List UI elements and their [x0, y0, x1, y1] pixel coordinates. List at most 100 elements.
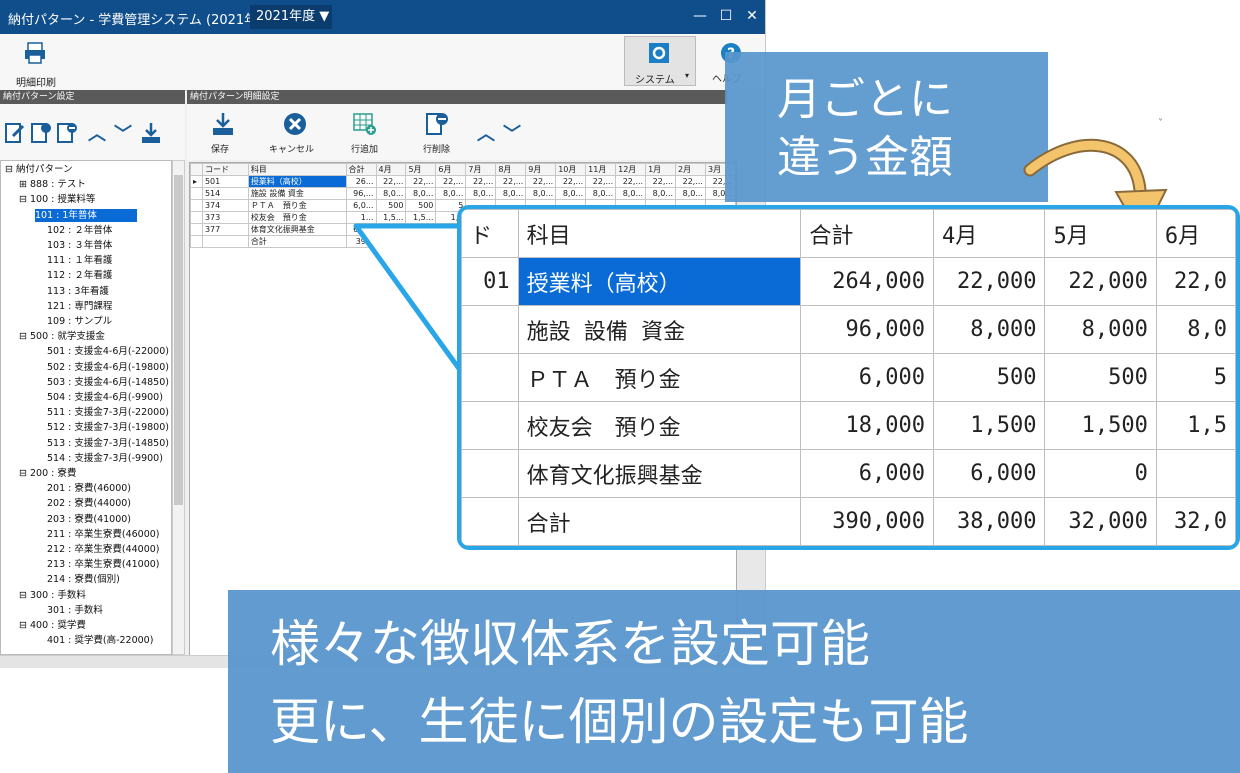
- tree-node[interactable]: ⊟ 納付パターン: [5, 163, 73, 176]
- grid-cell[interactable]: 施設 設備 資金: [247, 187, 347, 200]
- row-up-icon[interactable]: ︿: [477, 120, 495, 146]
- grid-cell[interactable]: 22,...: [495, 175, 527, 188]
- tree-node[interactable]: ⊟ 500 : 就学支援金: [19, 330, 105, 343]
- tree-node[interactable]: 109 : サンプル: [47, 315, 112, 328]
- minimize-button[interactable]: —: [690, 8, 710, 24]
- tree-node[interactable]: 111 : １年看護: [47, 254, 112, 267]
- download-icon[interactable]: [140, 122, 162, 144]
- tree-node[interactable]: 113 : 3年看護: [47, 285, 109, 298]
- grid-column-header[interactable]: 12月: [615, 163, 647, 176]
- tree-node[interactable]: 301 : 手数料: [47, 604, 103, 617]
- add-row-button[interactable]: 行追加: [345, 112, 385, 156]
- grid-cell[interactable]: 授業料（高校）: [247, 175, 347, 188]
- print-details-button[interactable]: 明細印刷: [14, 40, 58, 89]
- grid-column-header[interactable]: 合計: [345, 163, 377, 176]
- grid-cell[interactable]: 22,...: [645, 175, 677, 188]
- tree-node[interactable]: ⊞ 888 : テスト: [19, 178, 86, 191]
- delete-doc-icon[interactable]: [56, 122, 78, 144]
- pattern-tree[interactable]: ⊟ 納付パターン ⊞ 888 : テスト ⊟ 100 : 授業料等 101 : 1年普…: [0, 160, 172, 655]
- tree-node[interactable]: 511 : 支援金7-3月(-22000): [47, 406, 169, 419]
- grid-cell[interactable]: 22,...: [525, 175, 557, 188]
- tree-node[interactable]: 512 : 支援金7-3月(-19800): [47, 421, 169, 434]
- tree-scrollbar[interactable]: [172, 160, 185, 655]
- tree-node[interactable]: 502 : 支援金4-6月(-19800): [47, 361, 169, 374]
- save-button[interactable]: 保存: [205, 112, 241, 156]
- grid-cell[interactable]: [201, 235, 249, 248]
- tree-node[interactable]: 121 : 専門課程: [47, 300, 112, 313]
- grid-cell[interactable]: 22,...: [555, 175, 587, 188]
- tree-node[interactable]: ⊟ 400 : 奨学費: [19, 619, 86, 632]
- grid-cell[interactable]: 374: [201, 199, 249, 212]
- close-button[interactable]: ✕: [742, 8, 762, 24]
- grid-column-header[interactable]: 10月: [555, 163, 587, 176]
- grid-cell[interactable]: 8,0...: [435, 187, 467, 200]
- grid-cell[interactable]: 8,0...: [525, 187, 557, 200]
- tree-node[interactable]: 401 : 奨学費(高-22000): [47, 634, 153, 647]
- scrollbar-thumb[interactable]: [174, 175, 183, 505]
- grid-column-header[interactable]: 11月: [585, 163, 617, 176]
- row-selector[interactable]: [190, 187, 203, 200]
- tree-node[interactable]: 501 : 支援金4-6月(-22000): [47, 345, 169, 358]
- grid-cell[interactable]: 22,...: [675, 175, 706, 188]
- grid-cell[interactable]: 500: [405, 199, 437, 212]
- tree-node[interactable]: 214 : 寮費(個別): [47, 573, 120, 586]
- grid-cell[interactable]: 8,0...: [465, 187, 497, 200]
- tree-node[interactable]: 112 : ２年看護: [47, 269, 112, 282]
- move-up-icon[interactable]: ︿: [88, 120, 106, 146]
- row-selector[interactable]: [190, 223, 203, 236]
- grid-cell[interactable]: 8,0...: [495, 187, 527, 200]
- table-row[interactable]: 514 施設 設備 資金 96,... 8,0... 8,0... 8,0... 8,0..…: [190, 187, 736, 200]
- grid-cell[interactable]: 8,0...: [555, 187, 587, 200]
- row-selector[interactable]: ▸: [190, 175, 203, 188]
- grid-column-header[interactable]: 8月: [495, 163, 527, 176]
- grid-cell[interactable]: 6,0...: [345, 199, 377, 212]
- tree-node[interactable]: 201 : 寮費(46000): [47, 482, 131, 495]
- tree-node[interactable]: ⊟ 300 : 手数料: [19, 589, 86, 602]
- row-selector[interactable]: [190, 211, 203, 224]
- move-down-icon[interactable]: ﹀: [114, 120, 132, 146]
- cancel-button[interactable]: キャンセル: [267, 112, 323, 156]
- grid-cell[interactable]: 8,0...: [645, 187, 677, 200]
- grid-cell[interactable]: 373: [201, 211, 249, 224]
- tree-node[interactable]: ⊟ 100 : 授業料等: [19, 193, 95, 206]
- grid-cell[interactable]: 22,...: [375, 175, 407, 188]
- tree-node[interactable]: 514 : 支援金7-3月(-9900): [47, 452, 163, 465]
- table-row[interactable]: ▸ 501 授業料（高校） 26... 22,... 22,... 22,... 22,...…: [190, 175, 736, 188]
- grid-cell[interactable]: 22,...: [465, 175, 497, 188]
- delete-row-button[interactable]: 行削除: [417, 112, 457, 156]
- grid-column-header[interactable]: 4月: [375, 163, 407, 176]
- grid-column-header[interactable]: 9月: [525, 163, 557, 176]
- grid-cell[interactable]: 22,...: [585, 175, 617, 188]
- tree-node[interactable]: 101 : 1年普体: [35, 208, 137, 222]
- row-selector[interactable]: [190, 199, 203, 212]
- grid-cell[interactable]: 500: [375, 199, 407, 212]
- grid-column-header[interactable]: 科目: [247, 163, 347, 176]
- tree-node[interactable]: 211 : 卒業生寮費(46000): [47, 528, 160, 541]
- grid-cell[interactable]: 26...: [345, 175, 377, 188]
- grid-column-header[interactable]: 1月: [645, 163, 677, 176]
- grid-cell[interactable]: 体育文化振興基金: [247, 223, 347, 236]
- grid-column-header[interactable]: コード: [201, 163, 249, 176]
- grid-cell[interactable]: 8,0...: [675, 187, 706, 200]
- grid-column-header[interactable]: 2月: [675, 163, 706, 176]
- grid-cell[interactable]: 96,...: [345, 187, 377, 200]
- grid-cell[interactable]: 8,0...: [615, 187, 647, 200]
- tree-node[interactable]: 213 : 卒業生寮費(41000): [47, 558, 160, 571]
- edit-icon[interactable]: [4, 122, 26, 144]
- year-select[interactable]: 2021年度 ▼: [250, 5, 332, 29]
- system-menu-button[interactable]: システム ▾: [624, 36, 696, 86]
- row-selector[interactable]: [190, 235, 203, 248]
- grid-cell[interactable]: 校友会 預り金: [247, 211, 347, 224]
- tree-node[interactable]: 103 : ３年普体: [47, 239, 112, 252]
- grid-cell[interactable]: 22,...: [615, 175, 647, 188]
- grid-cell[interactable]: 377: [201, 223, 249, 236]
- tree-node[interactable]: 212 : 卒業生寮費(44000): [47, 543, 160, 556]
- tree-node[interactable]: 102 : ２年普体: [47, 224, 112, 237]
- grid-cell[interactable]: 22,...: [435, 175, 467, 188]
- tree-node[interactable]: ⊟ 200 : 寮費: [19, 467, 76, 480]
- grid-column-header[interactable]: 7月: [465, 163, 497, 176]
- grid-cell[interactable]: 501: [201, 175, 249, 188]
- tree-node[interactable]: 513 : 支援金7-3月(-14850): [47, 437, 169, 450]
- grid-cell[interactable]: ＰＴＡ 預り金: [247, 199, 347, 212]
- maximize-button[interactable]: ☐: [716, 8, 736, 24]
